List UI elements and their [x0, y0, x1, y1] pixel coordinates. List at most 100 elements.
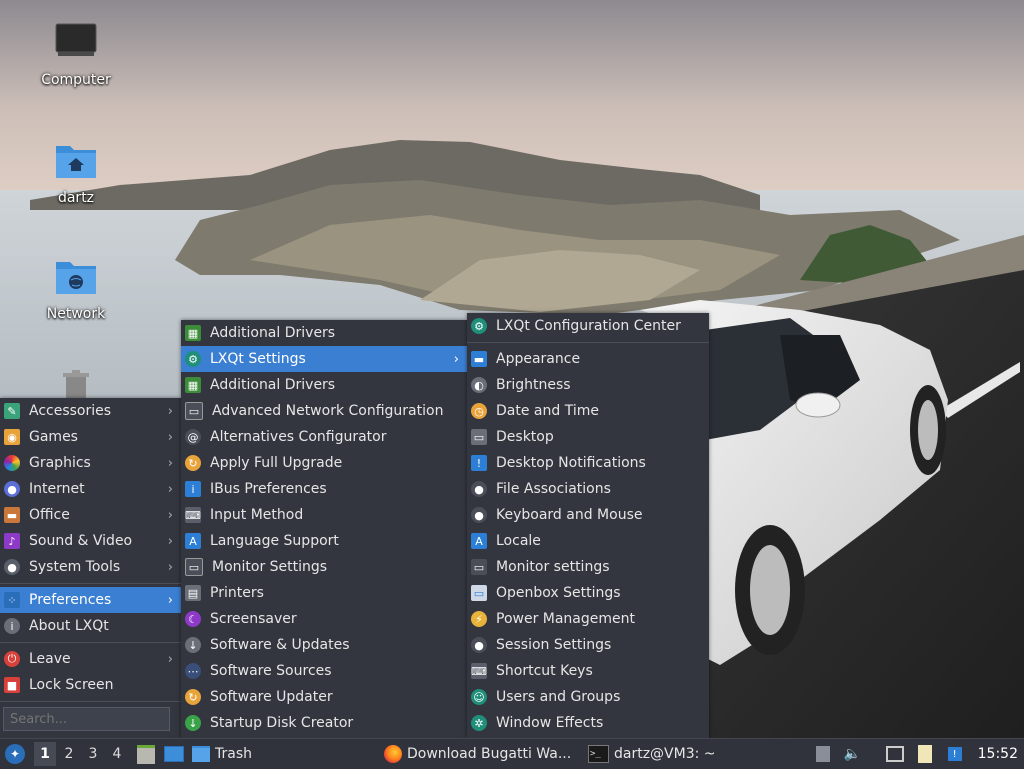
pref-item-additional-drivers[interactable]: ▦ Additional Drivers [181, 320, 467, 346]
lxqt-item-locale[interactable]: A Locale [467, 528, 709, 554]
pref-item-apply-full-upgrade[interactable]: ↻ Apply Full Upgrade [181, 450, 467, 476]
pref-item-software-updates[interactable]: ↓ Software & Updates [181, 632, 467, 658]
printer-icon: ▤ [185, 585, 201, 601]
network-tray-icon[interactable] [885, 745, 904, 763]
multimedia-icon: ♪ [4, 533, 20, 549]
menu-about-lxqt[interactable]: i About LXQt [0, 613, 181, 639]
menu-category-graphics[interactable]: Graphics › [0, 450, 181, 476]
desktop-icon-computer[interactable]: Computer [26, 22, 126, 88]
file-associations-icon: ● [471, 481, 487, 497]
desktop-icon-home-folder[interactable]: dartz [26, 140, 126, 206]
taskbar-item-terminal[interactable]: >_ dartz@VM3: ~ [588, 740, 788, 768]
workspace-1[interactable]: 1 [34, 742, 56, 766]
lxqt-item-desktop-notifications[interactable]: ! Desktop Notifications [467, 450, 709, 476]
menu-category-sound-video[interactable]: ♪ Sound & Video › [0, 528, 181, 554]
lxqt-item-power-management[interactable]: ⚡ Power Management [467, 606, 709, 632]
file-manager-launcher[interactable] [134, 742, 158, 766]
startup-disk-icon: ↓ [185, 715, 201, 731]
lxqt-item-appearance[interactable]: ▬ Appearance [467, 346, 709, 372]
lxqt-item-monitor-settings[interactable]: ▭ Monitor settings [467, 554, 709, 580]
pref-item-software-updater[interactable]: ↻ Software Updater [181, 684, 467, 710]
chip-icon: ▦ [185, 377, 201, 393]
menu-separator [0, 701, 181, 702]
menu-search-input[interactable] [3, 707, 170, 731]
desktop-icon-label: dartz [57, 190, 95, 206]
volume-icon[interactable]: 🔈 [844, 745, 862, 763]
power-icon: ⏻ [4, 651, 20, 667]
lxqt-item-file-associations[interactable]: ● File Associations [467, 476, 709, 502]
gamepad-icon: ◉ [4, 429, 20, 445]
file-cabinet-icon [137, 744, 155, 764]
pref-item-alternatives-configurator[interactable]: @ Alternatives Configurator [181, 424, 467, 450]
menu-category-office[interactable]: ▬ Office › [0, 502, 181, 528]
menu-leave[interactable]: ⏻ Leave › [0, 646, 181, 672]
taskbar-item-trash[interactable]: Trash [192, 740, 312, 768]
pref-item-startup-disk-creator[interactable]: ↓ Startup Disk Creator [181, 710, 467, 736]
workspace-4[interactable]: 4 [106, 742, 128, 766]
clipboard-icon[interactable] [916, 745, 934, 763]
chevron-right-icon: › [167, 455, 173, 471]
lxqt-item-shortcut-keys[interactable]: ⌨ Shortcut Keys [467, 658, 709, 684]
preferences-submenu: ▦ Additional Drivers ⚙ LXQt Settings › ▦… [181, 320, 467, 738]
show-desktop-button[interactable] [162, 742, 186, 766]
desktop-icon-network[interactable]: Network [26, 256, 126, 322]
taskbar-item-firefox[interactable]: Download Bugatti Wa... [384, 740, 582, 768]
taskbar-item-label: Download Bugatti Wa... [407, 746, 572, 762]
chevron-right-icon: › [167, 559, 173, 575]
pref-item-printers[interactable]: ▤ Printers [181, 580, 467, 606]
monitor-icon: ▭ [471, 559, 487, 575]
folder-icon [192, 746, 210, 762]
monitor-icon [54, 22, 98, 66]
start-menu-button[interactable]: ✦ [0, 739, 30, 769]
clock[interactable]: 15:52 [978, 746, 1018, 762]
lxqt-item-date-time[interactable]: ◷ Date and Time [467, 398, 709, 424]
pref-item-input-method[interactable]: ⌨ Input Method [181, 502, 467, 528]
menu-separator [467, 342, 709, 343]
updates-notification-icon[interactable]: ! [946, 745, 964, 763]
language-icon: A [471, 533, 487, 549]
home-folder-icon [54, 140, 98, 184]
firefox-icon [384, 745, 402, 763]
menu-category-accessories[interactable]: ✎ Accessories › [0, 398, 181, 424]
menu-separator [0, 642, 181, 643]
pref-item-advanced-network[interactable]: ▭ Advanced Network Configuration [181, 398, 467, 424]
openbox-icon: ▭ [471, 585, 487, 601]
language-icon: A [185, 533, 201, 549]
lxqt-item-desktop[interactable]: ▭ Desktop [467, 424, 709, 450]
pref-item-language-support[interactable]: A Language Support [181, 528, 467, 554]
lxqt-item-brightness[interactable]: ◐ Brightness [467, 372, 709, 398]
pref-item-ibus-preferences[interactable]: i IBus Preferences [181, 476, 467, 502]
screensaver-icon: ☾ [185, 611, 201, 627]
menu-separator [0, 583, 181, 584]
workspace-3[interactable]: 3 [82, 742, 104, 766]
tray-expand-icon[interactable] [814, 745, 832, 763]
window-effects-icon: ✲ [471, 715, 487, 731]
lxqt-settings-icon: ⚙ [185, 351, 201, 367]
lxqt-item-configuration-center[interactable]: ⚙ LXQt Configuration Center [467, 313, 709, 339]
brightness-icon: ◐ [471, 377, 487, 393]
menu-category-preferences[interactable]: ⁘ Preferences › [0, 587, 181, 613]
pref-item-lxqt-settings[interactable]: ⚙ LXQt Settings › [181, 346, 467, 372]
lxqt-item-window-effects[interactable]: ✲ Window Effects [467, 710, 709, 736]
software-sources-icon: ⋯ [185, 663, 201, 679]
alternatives-icon: @ [185, 429, 201, 445]
menu-category-system-tools[interactable]: ● System Tools › [0, 554, 181, 580]
lxqt-item-openbox-settings[interactable]: ▭ Openbox Settings [467, 580, 709, 606]
lxqt-item-users-groups[interactable]: ☺ Users and Groups [467, 684, 709, 710]
menu-lock-screen[interactable]: ■ Lock Screen [0, 672, 181, 698]
chevron-right-icon: › [167, 403, 173, 419]
pref-item-screensaver[interactable]: ☾ Screensaver [181, 606, 467, 632]
lxqt-item-keyboard-mouse[interactable]: ● Keyboard and Mouse [467, 502, 709, 528]
chevron-right-icon: › [167, 592, 173, 608]
lxqt-settings-submenu: ⚙ LXQt Configuration Center ▬ Appearance… [467, 313, 709, 738]
pref-item-additional-drivers-2[interactable]: ▦ Additional Drivers [181, 372, 467, 398]
menu-category-games[interactable]: ◉ Games › [0, 424, 181, 450]
desktop-icon: ▭ [471, 429, 487, 445]
pref-item-software-sources[interactable]: ⋯ Software Sources [181, 658, 467, 684]
chip-icon: ▦ [185, 325, 201, 341]
users-icon: ☺ [471, 689, 487, 705]
lxqt-item-session-settings[interactable]: ● Session Settings [467, 632, 709, 658]
pref-item-monitor-settings[interactable]: ▭ Monitor Settings [181, 554, 467, 580]
menu-category-internet[interactable]: ● Internet › [0, 476, 181, 502]
workspace-2[interactable]: 2 [58, 742, 80, 766]
